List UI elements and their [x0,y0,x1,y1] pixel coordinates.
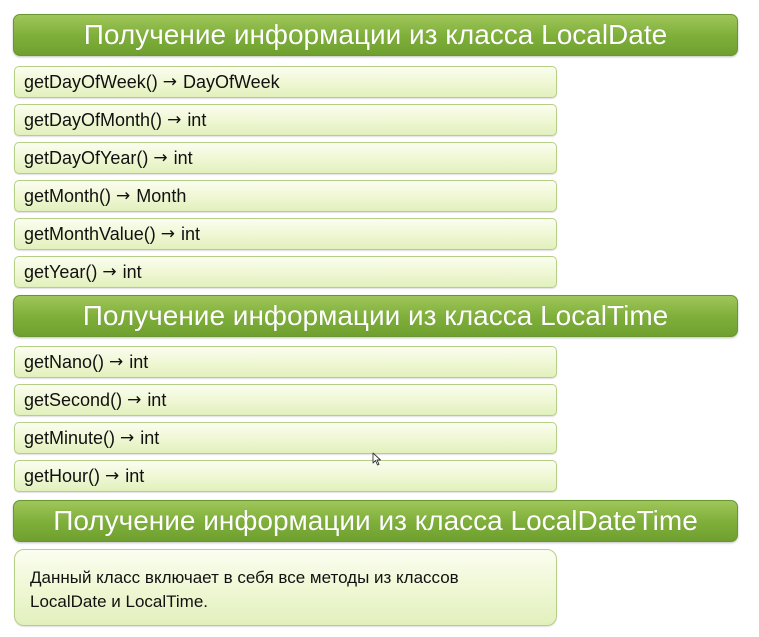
arrow-right-icon: → [160,224,175,244]
arrow-right-icon: → [162,72,177,92]
method-name: getNano() [24,351,105,372]
arrow-right-icon: → [105,466,120,486]
arrow-right-icon: → [109,352,124,372]
section-title: Получение информации из класса LocalTime [82,300,669,331]
method-item-getdayofmonth: getDayOfMonth() → int [14,104,557,136]
method-item-getyear: getYear() → int [14,256,557,288]
return-type: int [129,351,149,372]
return-type: DayOfWeek [182,71,280,92]
method-name: getDayOfYear() [24,147,149,168]
method-name: getMonth() [24,185,112,206]
return-type: int [147,389,167,410]
arrow-right-icon: → [153,148,168,168]
method-item-getdayofweek: getDayOfWeek() → DayOfWeek [14,66,557,98]
return-type: int [122,261,142,282]
method-item-gethour: getHour() → int [14,460,557,492]
arrow-right-icon: → [127,390,142,410]
method-name: getDayOfMonth() [24,109,163,130]
description-box: Данный класс включает в себя все методы … [14,549,557,626]
method-item-getnano: getNano() → int [14,346,557,378]
section-header-localtime: Получение информации из класса LocalTime [13,295,738,337]
method-name: getMonthValue() [24,223,156,244]
method-name: getYear() [24,261,98,282]
return-type: Month [136,185,187,206]
section-header-localdatetime: Получение информации из класса LocalDate… [13,500,738,542]
return-type: int [181,223,201,244]
method-item-getmonth: getMonth() → Month [14,180,557,212]
method-item-getsecond: getSecond() → int [14,384,557,416]
description-line: Данный класс включает в себя все методы … [30,568,459,587]
mouse-pointer-icon [372,452,381,466]
return-type: int [125,465,145,486]
arrow-right-icon: → [167,110,182,130]
return-type: int [173,147,193,168]
method-name: getSecond() [24,389,123,410]
section-header-localdate: Получение информации из класса LocalDate [13,14,738,56]
section-title: Получение информации из класса LocalDate [83,19,668,50]
description-line: LocalDate и LocalTime. [30,592,209,611]
method-name: getDayOfWeek() [24,71,158,92]
method-name: getMinute() [24,427,116,448]
method-item-getmonthvalue: getMonthValue() → int [14,218,557,250]
method-item-getdayofyear: getDayOfYear() → int [14,142,557,174]
arrow-right-icon: → [120,428,135,448]
return-type: int [140,427,160,448]
arrow-right-icon: → [102,262,117,282]
section-title: Получение информации из класса LocalDate… [53,505,698,536]
return-type: int [187,109,207,130]
method-item-getminute: getMinute() → int [14,422,557,454]
method-name: getHour() [24,465,101,486]
arrow-right-icon: → [116,186,131,206]
